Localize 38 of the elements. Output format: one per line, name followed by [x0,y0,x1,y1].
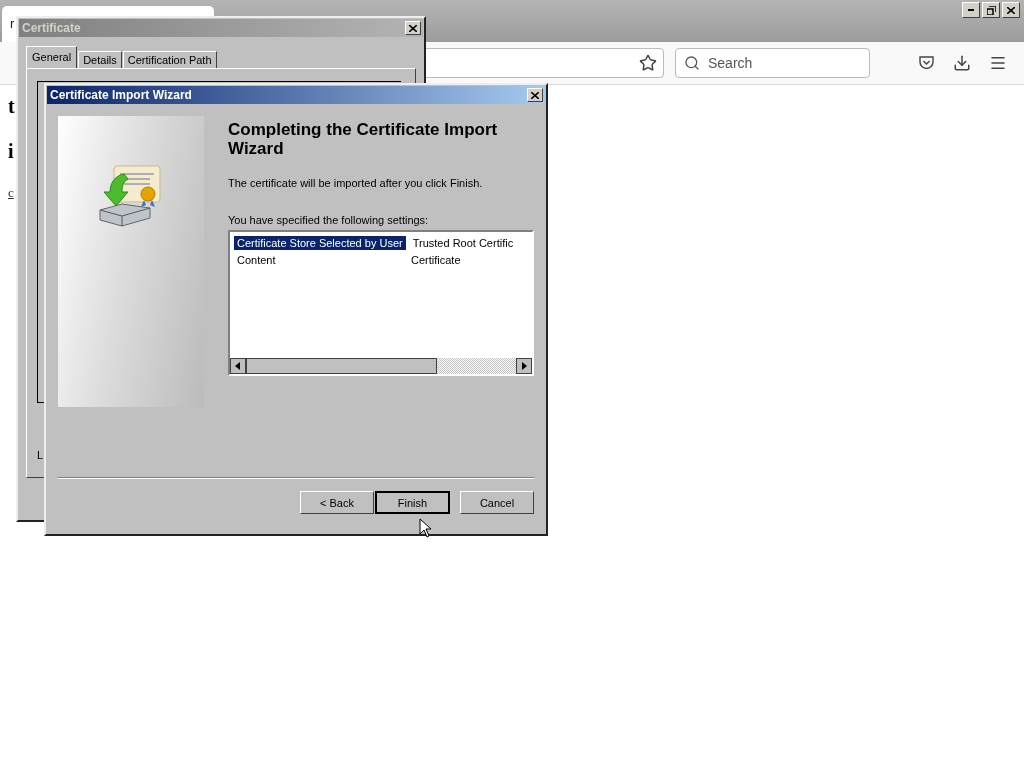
window-title: Certificate [22,21,81,35]
dialog-button[interactable]: Finish [375,491,450,514]
certificate-import-icon [98,164,164,228]
footer-text: L [37,449,45,461]
dialog-button[interactable]: Cancel [460,491,534,514]
page-heading: i [8,140,14,163]
dialog-button[interactable]: < Back [300,491,374,514]
setting-name[interactable]: Certificate Store Selected by User [234,235,406,250]
close-icon [531,91,539,99]
minimize-icon [968,9,974,11]
setting-name[interactable]: Content [234,252,404,267]
page-link[interactable]: c [8,185,14,201]
page-heading: t [8,95,15,118]
pocket-icon[interactable] [918,54,935,71]
setting-value: Trusted Root Certific [411,235,515,250]
tab[interactable]: Certification Path [122,51,217,68]
wizard-heading: Completing the Certificate Import Wizard [228,120,499,158]
download-icon[interactable] [953,54,971,72]
settings-label: You have specified the following settings: [228,214,430,226]
tab[interactable]: Details [78,51,122,68]
close-button[interactable] [1002,2,1020,18]
star-icon[interactable] [639,54,657,72]
minimize-button[interactable] [962,2,980,18]
tab[interactable]: General [26,46,78,68]
window-title: Certificate Import Wizard [50,88,192,102]
close-icon [409,24,417,32]
restore-button[interactable] [982,2,1000,18]
horizontal-scrollbar[interactable] [230,358,532,374]
close-button[interactable] [527,88,543,102]
wizard-message: The certificate will be imported after you click Finish. [228,177,484,189]
mouse-cursor [419,518,431,538]
search-field[interactable]: Search [675,48,870,78]
setting-value: Certificate [410,252,462,267]
restore-icon [986,5,996,15]
close-button[interactable] [405,21,421,35]
close-icon [1007,6,1015,14]
search-icon [684,55,700,71]
menu-icon[interactable] [989,54,1007,72]
